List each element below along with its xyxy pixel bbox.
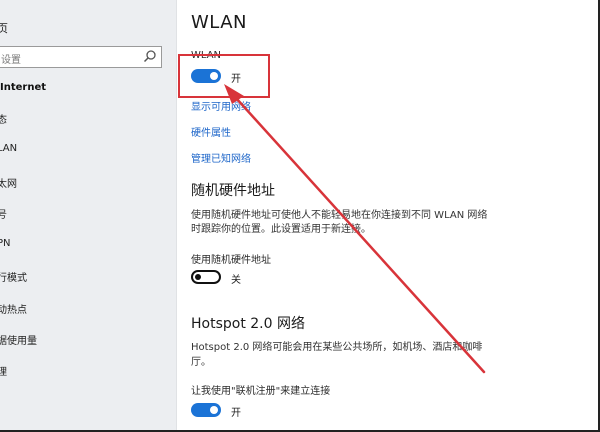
sidebar-section-title: Internet xyxy=(0,82,47,93)
online-signup-toggle[interactable] xyxy=(191,403,221,417)
manage-known-networks-link[interactable]: 管理已知网络 xyxy=(191,150,251,165)
hardware-properties-link[interactable]: 硬件属性 xyxy=(191,124,231,139)
sidebar-item-mobile-hotspot[interactable]: 动热点 xyxy=(0,301,27,316)
sidebar-item-ethernet[interactable]: 太网 xyxy=(0,175,17,190)
sidebar-item-wlan[interactable]: LAN xyxy=(0,143,17,154)
hotspot-description-line2: 厅。 xyxy=(191,357,211,368)
random-hardware-address-toggle-state: 关 xyxy=(231,275,241,286)
random-hardware-address-toggle-label: 使用随机硬件地址 xyxy=(191,255,271,266)
random-hardware-address-description-line2: 时跟踪你的位置。此设置适用于新连接。 xyxy=(191,224,371,235)
sidebar-item-status[interactable]: 态 xyxy=(0,111,7,126)
hotspot-description-line1: Hotspot 2.0 网络可能会用在某些公共场所，如机场、酒店和咖啡 xyxy=(191,342,483,353)
online-signup-toggle-label: 让我使用"联机注册"来建立连接 xyxy=(191,386,331,397)
hotspot-heading: Hotspot 2.0 网络 xyxy=(191,316,305,332)
search-icon[interactable] xyxy=(143,49,157,63)
show-available-networks-link[interactable]: 显示可用网络 xyxy=(191,98,251,113)
settings-sidebar: 页 设置 Internet 态 LAN 太网 号 PN 行模式 动热点 据使用量… xyxy=(0,0,177,432)
random-hardware-address-heading: 随机硬件地址 xyxy=(191,183,275,199)
random-hardware-address-toggle[interactable] xyxy=(191,270,221,284)
online-signup-toggle-state: 开 xyxy=(231,408,241,419)
sidebar-item-data-usage[interactable]: 据使用量 xyxy=(0,332,37,347)
sidebar-item-dialup[interactable]: 号 xyxy=(0,206,7,221)
sidebar-item-vpn[interactable]: PN xyxy=(0,238,11,249)
sidebar-item-home[interactable]: 页 xyxy=(0,20,8,36)
sidebar-item-airplane-mode[interactable]: 行模式 xyxy=(0,269,27,284)
sidebar-item-proxy[interactable]: 理 xyxy=(0,363,7,378)
settings-search-input[interactable]: 设置 xyxy=(0,46,162,68)
annotation-highlight-box xyxy=(178,54,270,98)
search-placeholder: 设置 xyxy=(1,55,21,66)
page-title: WLAN xyxy=(191,12,248,33)
